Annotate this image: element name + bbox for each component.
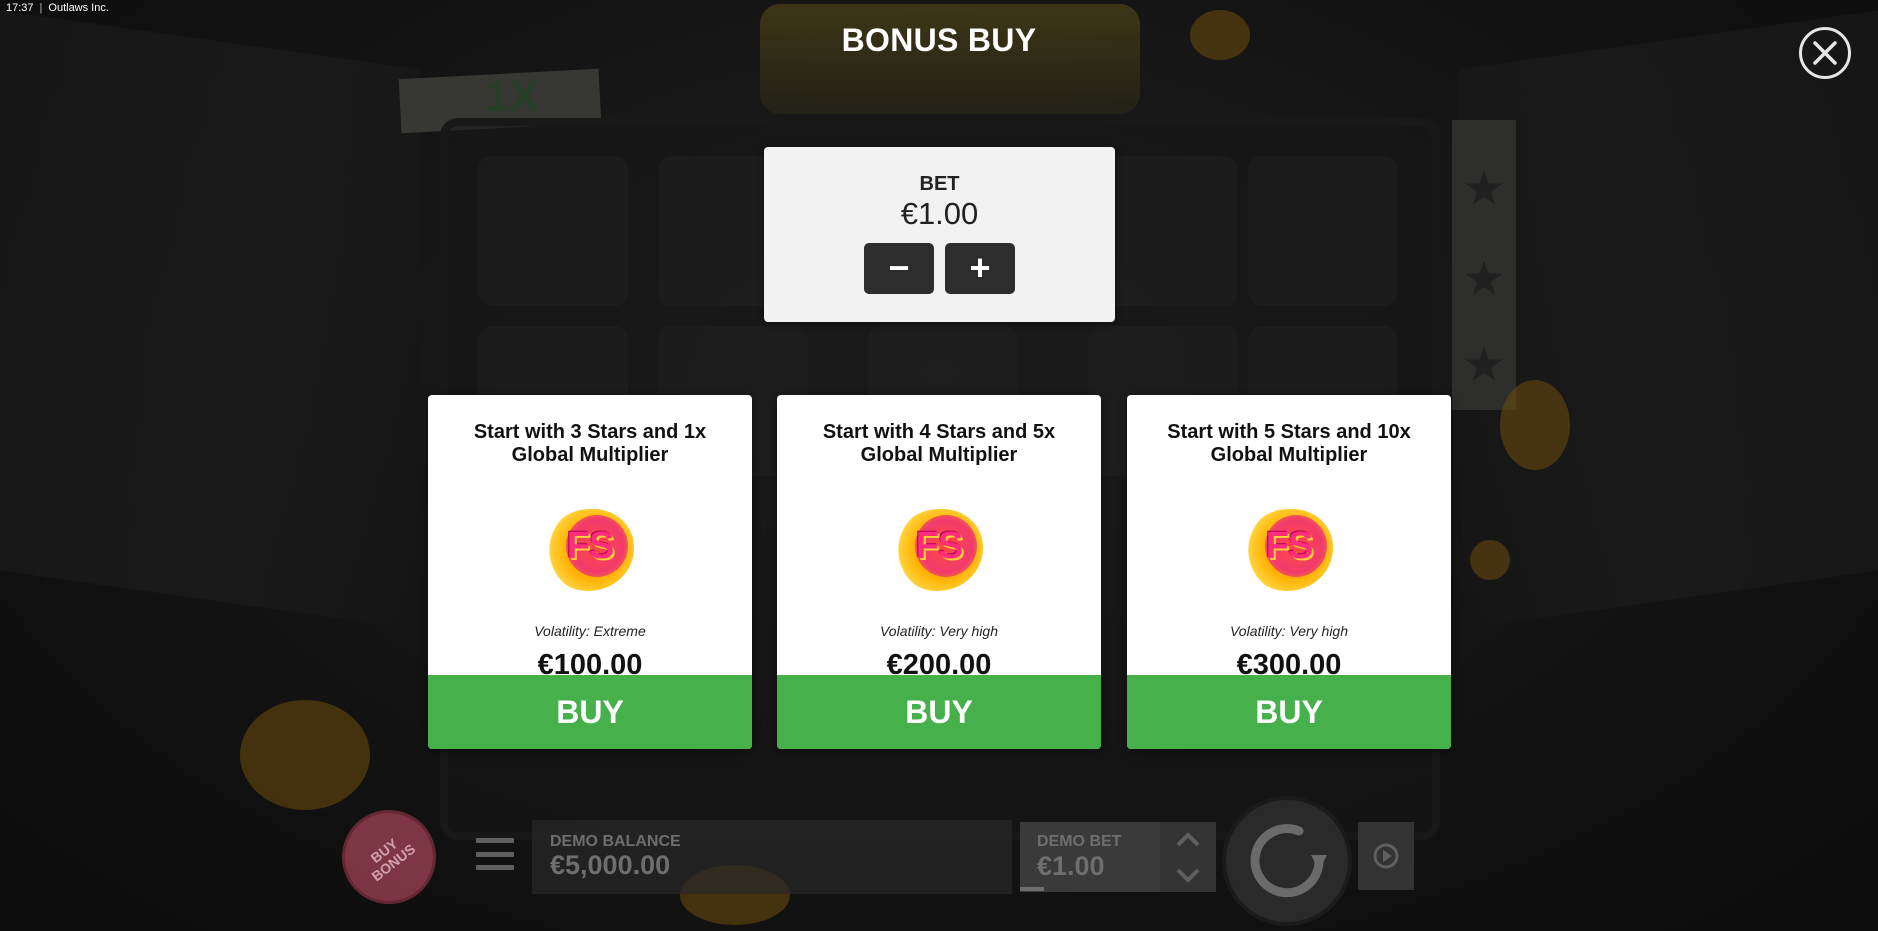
bonus-card-title: Start with 3 Stars and 1x Global Multipl… (473, 421, 707, 466)
decrease-bet-button[interactable]: − (864, 243, 934, 294)
clock-time: 17:37 (6, 2, 34, 14)
balance-label: DEMO BALANCE (550, 833, 681, 850)
bet-arrows (1160, 822, 1216, 892)
free-spins-badge-text: FS (1265, 525, 1314, 567)
buy-button[interactable]: BUY (777, 675, 1101, 749)
free-spins-icon: FS (895, 509, 983, 591)
close-icon (1813, 41, 1837, 65)
balance-value: €5,000.00 (550, 850, 671, 880)
bet-down-button[interactable] (1175, 867, 1201, 883)
close-button[interactable] (1799, 27, 1851, 79)
buy-bonus-label: BUY BONUS (367, 835, 419, 885)
buy-bonus-button[interactable]: BUY BONUS (342, 810, 436, 904)
free-spins-badge-text: FS (915, 525, 964, 567)
spin-button[interactable] (1222, 796, 1352, 926)
window-title: Outlaws Inc. (48, 2, 109, 14)
status-bar: 17:37 | Outlaws Inc. (6, 2, 109, 14)
status-separator: | (39, 2, 43, 14)
bet-panel: BET €1.00 − + (764, 147, 1115, 322)
volatility-label: Volatility: Very high (879, 623, 998, 639)
bonus-card-title: Start with 5 Stars and 10x Global Multip… (1167, 421, 1411, 466)
volatility-label: Volatility: Extreme (534, 623, 646, 639)
autoplay-icon (1373, 843, 1399, 869)
volatility-label: Volatility: Very high (1229, 623, 1348, 639)
menu-button[interactable] (476, 838, 514, 870)
bet-up-button[interactable] (1175, 831, 1201, 848)
bet-stepper: − + (864, 243, 1015, 294)
spin-icon (1250, 824, 1327, 898)
free-spins-icon: FS (546, 509, 634, 591)
bet-label: BET (919, 173, 960, 195)
chevron-down-icon (1176, 868, 1200, 883)
bonus-card-title: Start with 4 Stars and 5x Global Multipl… (822, 421, 1056, 466)
menu-icon (476, 838, 514, 843)
free-spins-badge-text: FS (566, 525, 615, 567)
autoplay-button[interactable] (1358, 822, 1414, 890)
free-spins-icon: FS (1245, 509, 1333, 591)
demo-bet-value: €1.00 (1037, 851, 1105, 881)
bet-level-indicator (1020, 887, 1044, 891)
chevron-up-icon (1176, 831, 1200, 846)
buy-button[interactable]: BUY (428, 675, 752, 749)
demo-bet-label: DEMO BET (1037, 833, 1122, 850)
buy-button[interactable]: BUY (1127, 675, 1451, 749)
bonus-card-3: Start with 5 Stars and 10x Global Multip… (1127, 395, 1451, 749)
increase-bet-button[interactable]: + (945, 243, 1015, 294)
bonus-card-1: Start with 3 Stars and 1x Global Multipl… (428, 395, 752, 749)
bonus-card-2: Start with 4 Stars and 5x Global Multipl… (777, 395, 1101, 749)
bet-value: €1.00 (900, 196, 979, 231)
dialog-title: BONUS BUY (841, 22, 1037, 58)
